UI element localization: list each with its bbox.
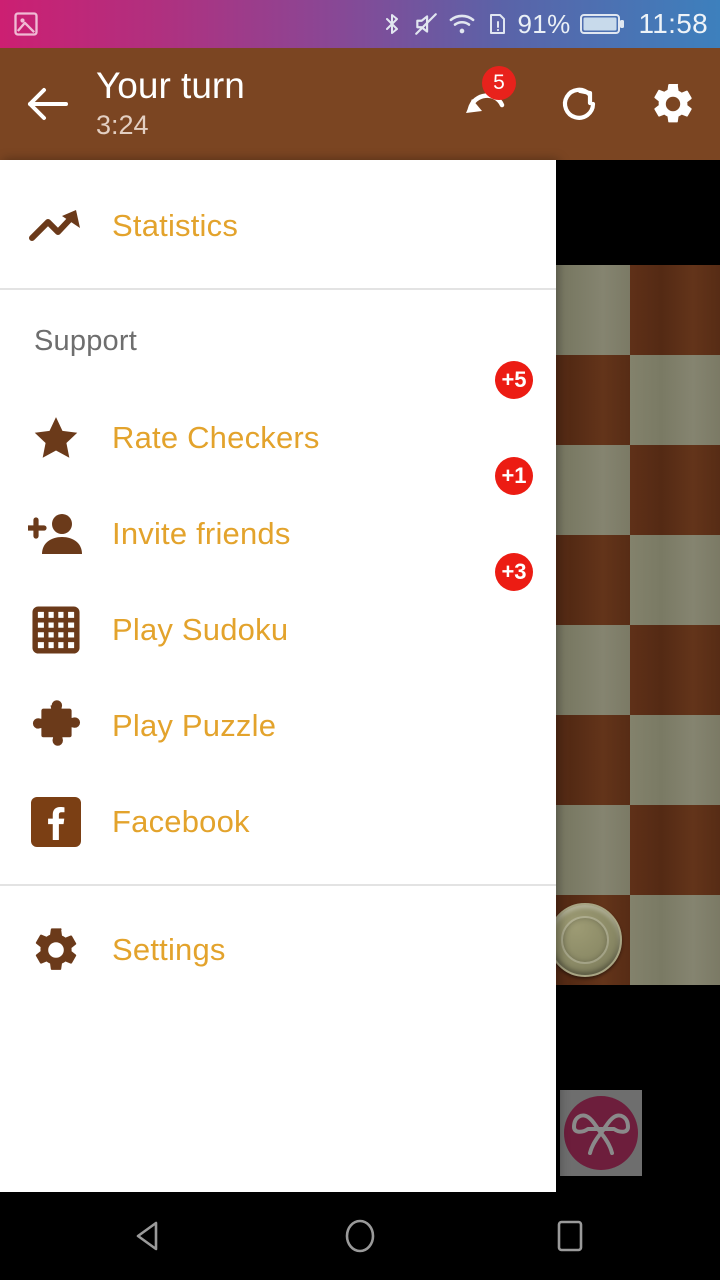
board-square[interactable] xyxy=(630,445,720,535)
drawer-item-play-sudoku[interactable]: Play Sudoku +3 xyxy=(0,553,556,678)
board-square[interactable] xyxy=(630,715,720,805)
sim-card-alert-icon xyxy=(485,10,509,38)
puzzle-piece-icon xyxy=(0,700,112,752)
board-square[interactable] xyxy=(630,805,720,895)
drawer-item-invite-friends[interactable]: Invite friends +1 xyxy=(0,457,556,582)
board-square[interactable] xyxy=(630,895,720,985)
arrow-back-icon xyxy=(28,88,68,120)
android-nav-bar xyxy=(0,1192,720,1280)
status-bar-left xyxy=(12,10,40,38)
gear-icon xyxy=(0,924,112,976)
battery-icon xyxy=(579,11,626,37)
drawer-divider xyxy=(0,884,556,886)
redo-icon xyxy=(562,87,596,120)
nav-home-icon[interactable] xyxy=(325,1201,395,1271)
checker-piece[interactable] xyxy=(548,903,622,977)
drawer-item-badge: +1 xyxy=(495,457,533,495)
drawer-item-label: Play Sudoku xyxy=(112,612,289,647)
drawer-item-statistics[interactable]: Statistics xyxy=(0,178,556,274)
board-square[interactable] xyxy=(630,355,720,445)
drawer-item-badge: +3 xyxy=(495,553,533,591)
gear-icon xyxy=(654,83,692,123)
heart-ee-logo-icon xyxy=(564,1096,638,1170)
drawer-item-label: Facebook xyxy=(112,804,250,839)
undo-badge: 5 xyxy=(482,66,516,100)
drawer-section-header: Support xyxy=(34,325,137,357)
facebook-tile xyxy=(31,797,81,847)
toolbar-titles: Your turn 3:24 xyxy=(96,65,245,143)
drawer-divider xyxy=(0,288,556,290)
board-square[interactable] xyxy=(630,265,720,355)
checkers-board[interactable] xyxy=(540,265,720,988)
ad-badge[interactable] xyxy=(560,1090,642,1176)
phone-screen: 91% 11:58 Your turn 3:24 5 Statistics Su… xyxy=(0,0,720,1280)
wifi-icon xyxy=(448,10,476,38)
screenshot-icon xyxy=(12,10,40,38)
trending-up-icon xyxy=(0,206,112,246)
drawer-item-label: Statistics xyxy=(112,208,239,243)
undo-button[interactable]: 5 xyxy=(438,48,532,160)
person-add-icon xyxy=(0,510,112,558)
grid-icon xyxy=(0,605,112,655)
settings-button[interactable] xyxy=(626,48,720,160)
drawer-item-label: Settings xyxy=(112,932,226,967)
nav-recents-icon[interactable] xyxy=(535,1201,605,1271)
status-bar: 91% 11:58 xyxy=(0,0,720,48)
drawer-item-label: Play Puzzle xyxy=(112,708,277,743)
facebook-icon xyxy=(0,797,112,847)
drawer-item-label: Rate Checkers xyxy=(112,420,320,455)
battery-percent-text: 91% xyxy=(517,8,571,39)
drawer-item-play-puzzle[interactable]: Play Puzzle xyxy=(0,678,556,774)
page-title: Your turn xyxy=(96,65,245,106)
board-square[interactable] xyxy=(630,625,720,715)
drawer-item-label: Invite friends xyxy=(112,516,291,551)
turn-timer: 3:24 xyxy=(96,110,149,140)
status-bar-right: 91% 11:58 xyxy=(380,8,708,40)
star-icon xyxy=(0,413,112,463)
drawer-item-settings[interactable]: Settings xyxy=(0,902,556,998)
toolbar-actions: 5 xyxy=(438,48,720,160)
back-button[interactable] xyxy=(0,48,96,160)
drawer-item-rate-checkers[interactable]: Rate Checkers +5 xyxy=(0,361,556,486)
drawer-item-facebook[interactable]: Facebook xyxy=(0,774,556,870)
status-bar-clock: 11:58 xyxy=(638,8,708,39)
mute-icon xyxy=(413,10,439,38)
app-toolbar: Your turn 3:24 5 xyxy=(0,48,720,160)
nav-back-icon[interactable] xyxy=(115,1201,185,1271)
board-square[interactable] xyxy=(630,535,720,625)
redo-button[interactable] xyxy=(532,48,626,160)
drawer-item-badge: +5 xyxy=(495,361,533,399)
bluetooth-icon xyxy=(380,10,404,38)
navigation-drawer: Statistics Support Rate Checkers +5 Invi… xyxy=(0,160,556,1192)
